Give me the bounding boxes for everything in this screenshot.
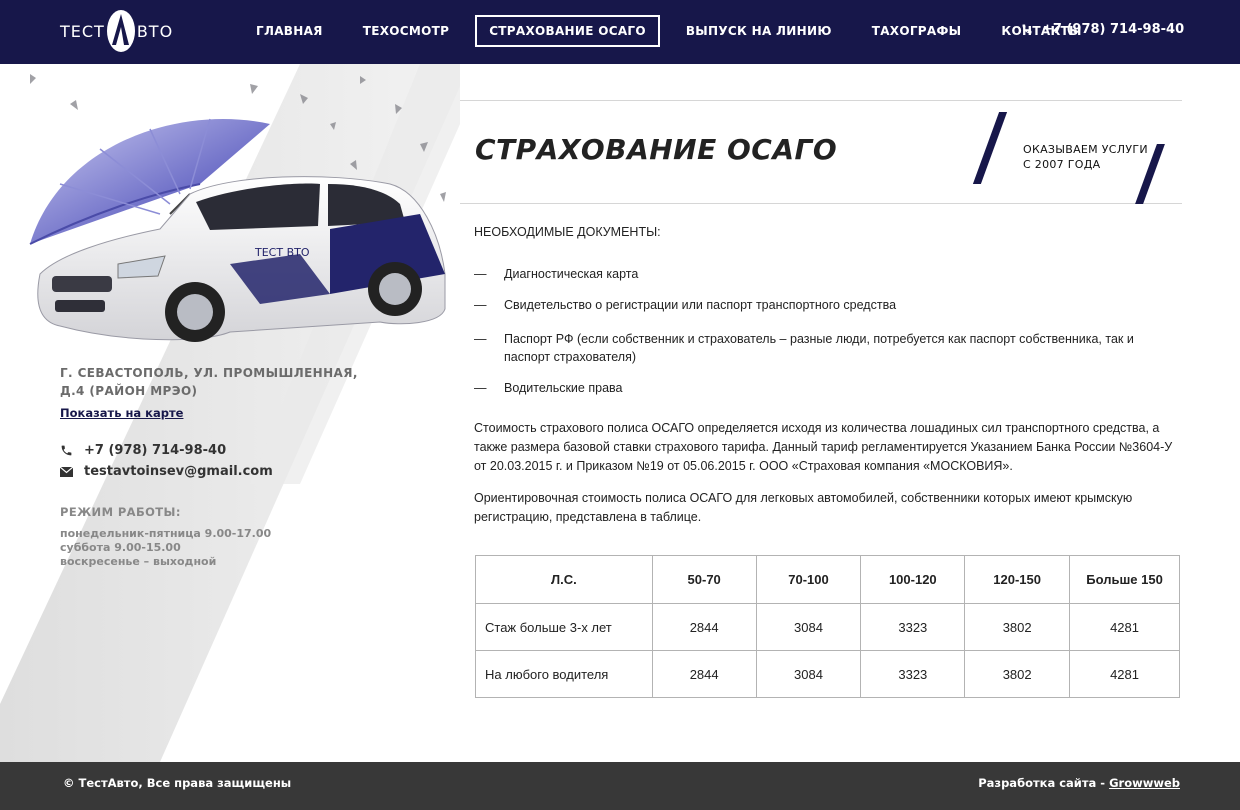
list-item: — Паспорт РФ (если собственник и страхов… <box>474 330 1180 366</box>
table-header-cell: 70-100 <box>755 555 862 604</box>
nav-item-osago[interactable]: СТРАХОВАНИЕ ОСАГО <box>475 15 660 47</box>
table-header-cell: 50-70 <box>651 555 757 604</box>
hours-saturday: суббота 9.00-15.00 <box>60 541 181 554</box>
list-item-text: Свидетельство о регистрации или паспорт … <box>504 298 897 312</box>
header-phone[interactable]: +7 (978) 714-98-40 <box>1021 19 1184 39</box>
table-cell: 3084 <box>755 650 862 698</box>
phone-icon <box>1022 24 1032 34</box>
nav-item-line-release[interactable]: ВЫПУСК НА ЛИНИЮ <box>672 15 846 47</box>
table-row-label: На любого водителя <box>475 650 653 698</box>
sidebar-email[interactable]: testavtoinsev@gmail.com <box>60 464 420 479</box>
hours-weekdays: понедельник-пятница 9.00-17.00 <box>60 527 272 540</box>
table-intro-paragraph: Ориентировочная стоимость полиса ОСАГО д… <box>474 491 1133 524</box>
table-cell: 3802 <box>964 650 1071 698</box>
address-line-2: д.4 (район МРЭО) <box>60 384 198 398</box>
email-icon <box>60 466 73 477</box>
table-cell: 4281 <box>1069 603 1180 651</box>
sidebar-email-text: testavtoinsev@gmail.com <box>84 464 273 479</box>
developer-link[interactable]: Growwweb <box>1109 776 1180 790</box>
price-table: Л.С. 50-70 70-100 100-120 120-150 Больше… <box>475 555 1180 698</box>
table-row-label: Стаж больше 3-х лет <box>475 603 653 651</box>
list-dash: — <box>474 381 487 395</box>
title-bar: СТРАХОВАНИЕ ОСАГО ОКАЗЫВАЕМ УСЛУГИ С 200… <box>460 100 1182 204</box>
list-dash: — <box>474 332 487 346</box>
since-line-2: С 2007 ГОДА <box>1023 158 1101 171</box>
table-header-cell: 120-150 <box>964 555 1071 604</box>
table-cell: 3323 <box>860 650 966 698</box>
table-cell: 3802 <box>964 603 1071 651</box>
developer-label: Разработка сайта - <box>978 776 1110 790</box>
table-cell: 3323 <box>860 603 966 651</box>
logo[interactable]: ТЕСТ ВТО <box>60 9 173 53</box>
copyright: © ТестАвто, Все права защищены <box>63 776 292 790</box>
table-cell: 2844 <box>651 603 757 651</box>
table-header-row: Л.С. 50-70 70-100 100-120 120-150 Больше… <box>475 555 1180 604</box>
hours-sunday: воскресенье – выходной <box>60 555 217 568</box>
list-item-text: Диагностическая карта <box>504 267 639 281</box>
sidebar: ТЕСТ ВТО г. Севастополь, ул. Промышленна… <box>0 64 460 762</box>
list-dash: — <box>474 298 487 312</box>
nav-item-tachographs[interactable]: ТАХОГРАФЫ <box>858 15 976 47</box>
table-cell: 4281 <box>1069 650 1180 698</box>
sidebar-phone[interactable]: +7 (978) 714-98-40 <box>60 443 420 458</box>
list-item: — Диагностическая карта <box>474 265 1180 283</box>
address: г. Севастополь, ул. Промышленная, д.4 (р… <box>60 364 420 400</box>
phone-icon <box>61 445 72 456</box>
since-line-1: ОКАЗЫВАЕМ УСЛУГИ <box>1023 143 1148 156</box>
logo-text-left: ТЕСТ <box>60 21 105 41</box>
decor-slash <box>972 112 1008 184</box>
list-item-text: Паспорт РФ (если собственник и страховат… <box>504 332 1134 364</box>
list-item: — Водительские права <box>474 379 1180 397</box>
list-item-text: Водительские права <box>504 381 623 395</box>
table-row: Стаж больше 3-х лет 2844 3084 3323 3802 … <box>475 603 1180 651</box>
table-cell: 3084 <box>755 603 862 651</box>
show-on-map-link[interactable]: Показать на карте <box>60 406 183 420</box>
developer-credit: Разработка сайта - Growwweb <box>978 776 1180 790</box>
address-line-1: г. Севастополь, ул. Промышленная, <box>60 366 358 380</box>
table-header-cell: Больше 150 <box>1069 555 1180 604</box>
site-footer: © ТестАвто, Все права защищены Разработк… <box>0 762 1240 810</box>
header-phone-text: +7 (978) 714-98-40 <box>1042 21 1185 37</box>
table-cell: 2844 <box>651 650 757 698</box>
list-dash: — <box>474 267 487 281</box>
hours-title: РЕЖИМ РАБОТЫ: <box>60 505 181 519</box>
logo-a-icon <box>106 10 135 52</box>
page-title: СТРАХОВАНИЕ ОСАГО <box>475 133 838 166</box>
contacts-block: г. Севастополь, ул. Промышленная, д.4 (р… <box>60 364 420 569</box>
table-header-cell: 100-120 <box>860 555 966 604</box>
docs-title: НЕОБХОДИМЫЕ ДОКУМЕНТЫ: <box>474 225 661 239</box>
table-header-cell: Л.С. <box>475 555 653 604</box>
main-nav: ГЛАВНАЯ ТЕХОСМОТР СТРАХОВАНИЕ ОСАГО ВЫПУ… <box>242 15 1108 47</box>
car-door-logo: ТЕСТ ВТО <box>254 246 310 259</box>
logo-text-right: ВТО <box>136 21 174 41</box>
price-paragraph: Стоимость страхового полиса ОСАГО опреде… <box>474 421 1173 473</box>
since-badge: ОКАЗЫВАЕМ УСЛУГИ С 2007 ГОДА <box>1023 142 1148 172</box>
site-header: ТЕСТ ВТО ГЛАВНАЯ ТЕХОСМОТР СТРАХОВАНИЕ О… <box>0 0 1240 64</box>
table-row: На любого водителя 2844 3084 3323 3802 4… <box>475 650 1180 698</box>
nav-item-inspection[interactable]: ТЕХОСМОТР <box>349 15 463 47</box>
sidebar-phone-text: +7 (978) 714-98-40 <box>84 443 227 458</box>
list-item: — Свидетельство о регистрации или паспор… <box>474 296 1180 314</box>
nav-item-home[interactable]: ГЛАВНАЯ <box>242 15 337 47</box>
